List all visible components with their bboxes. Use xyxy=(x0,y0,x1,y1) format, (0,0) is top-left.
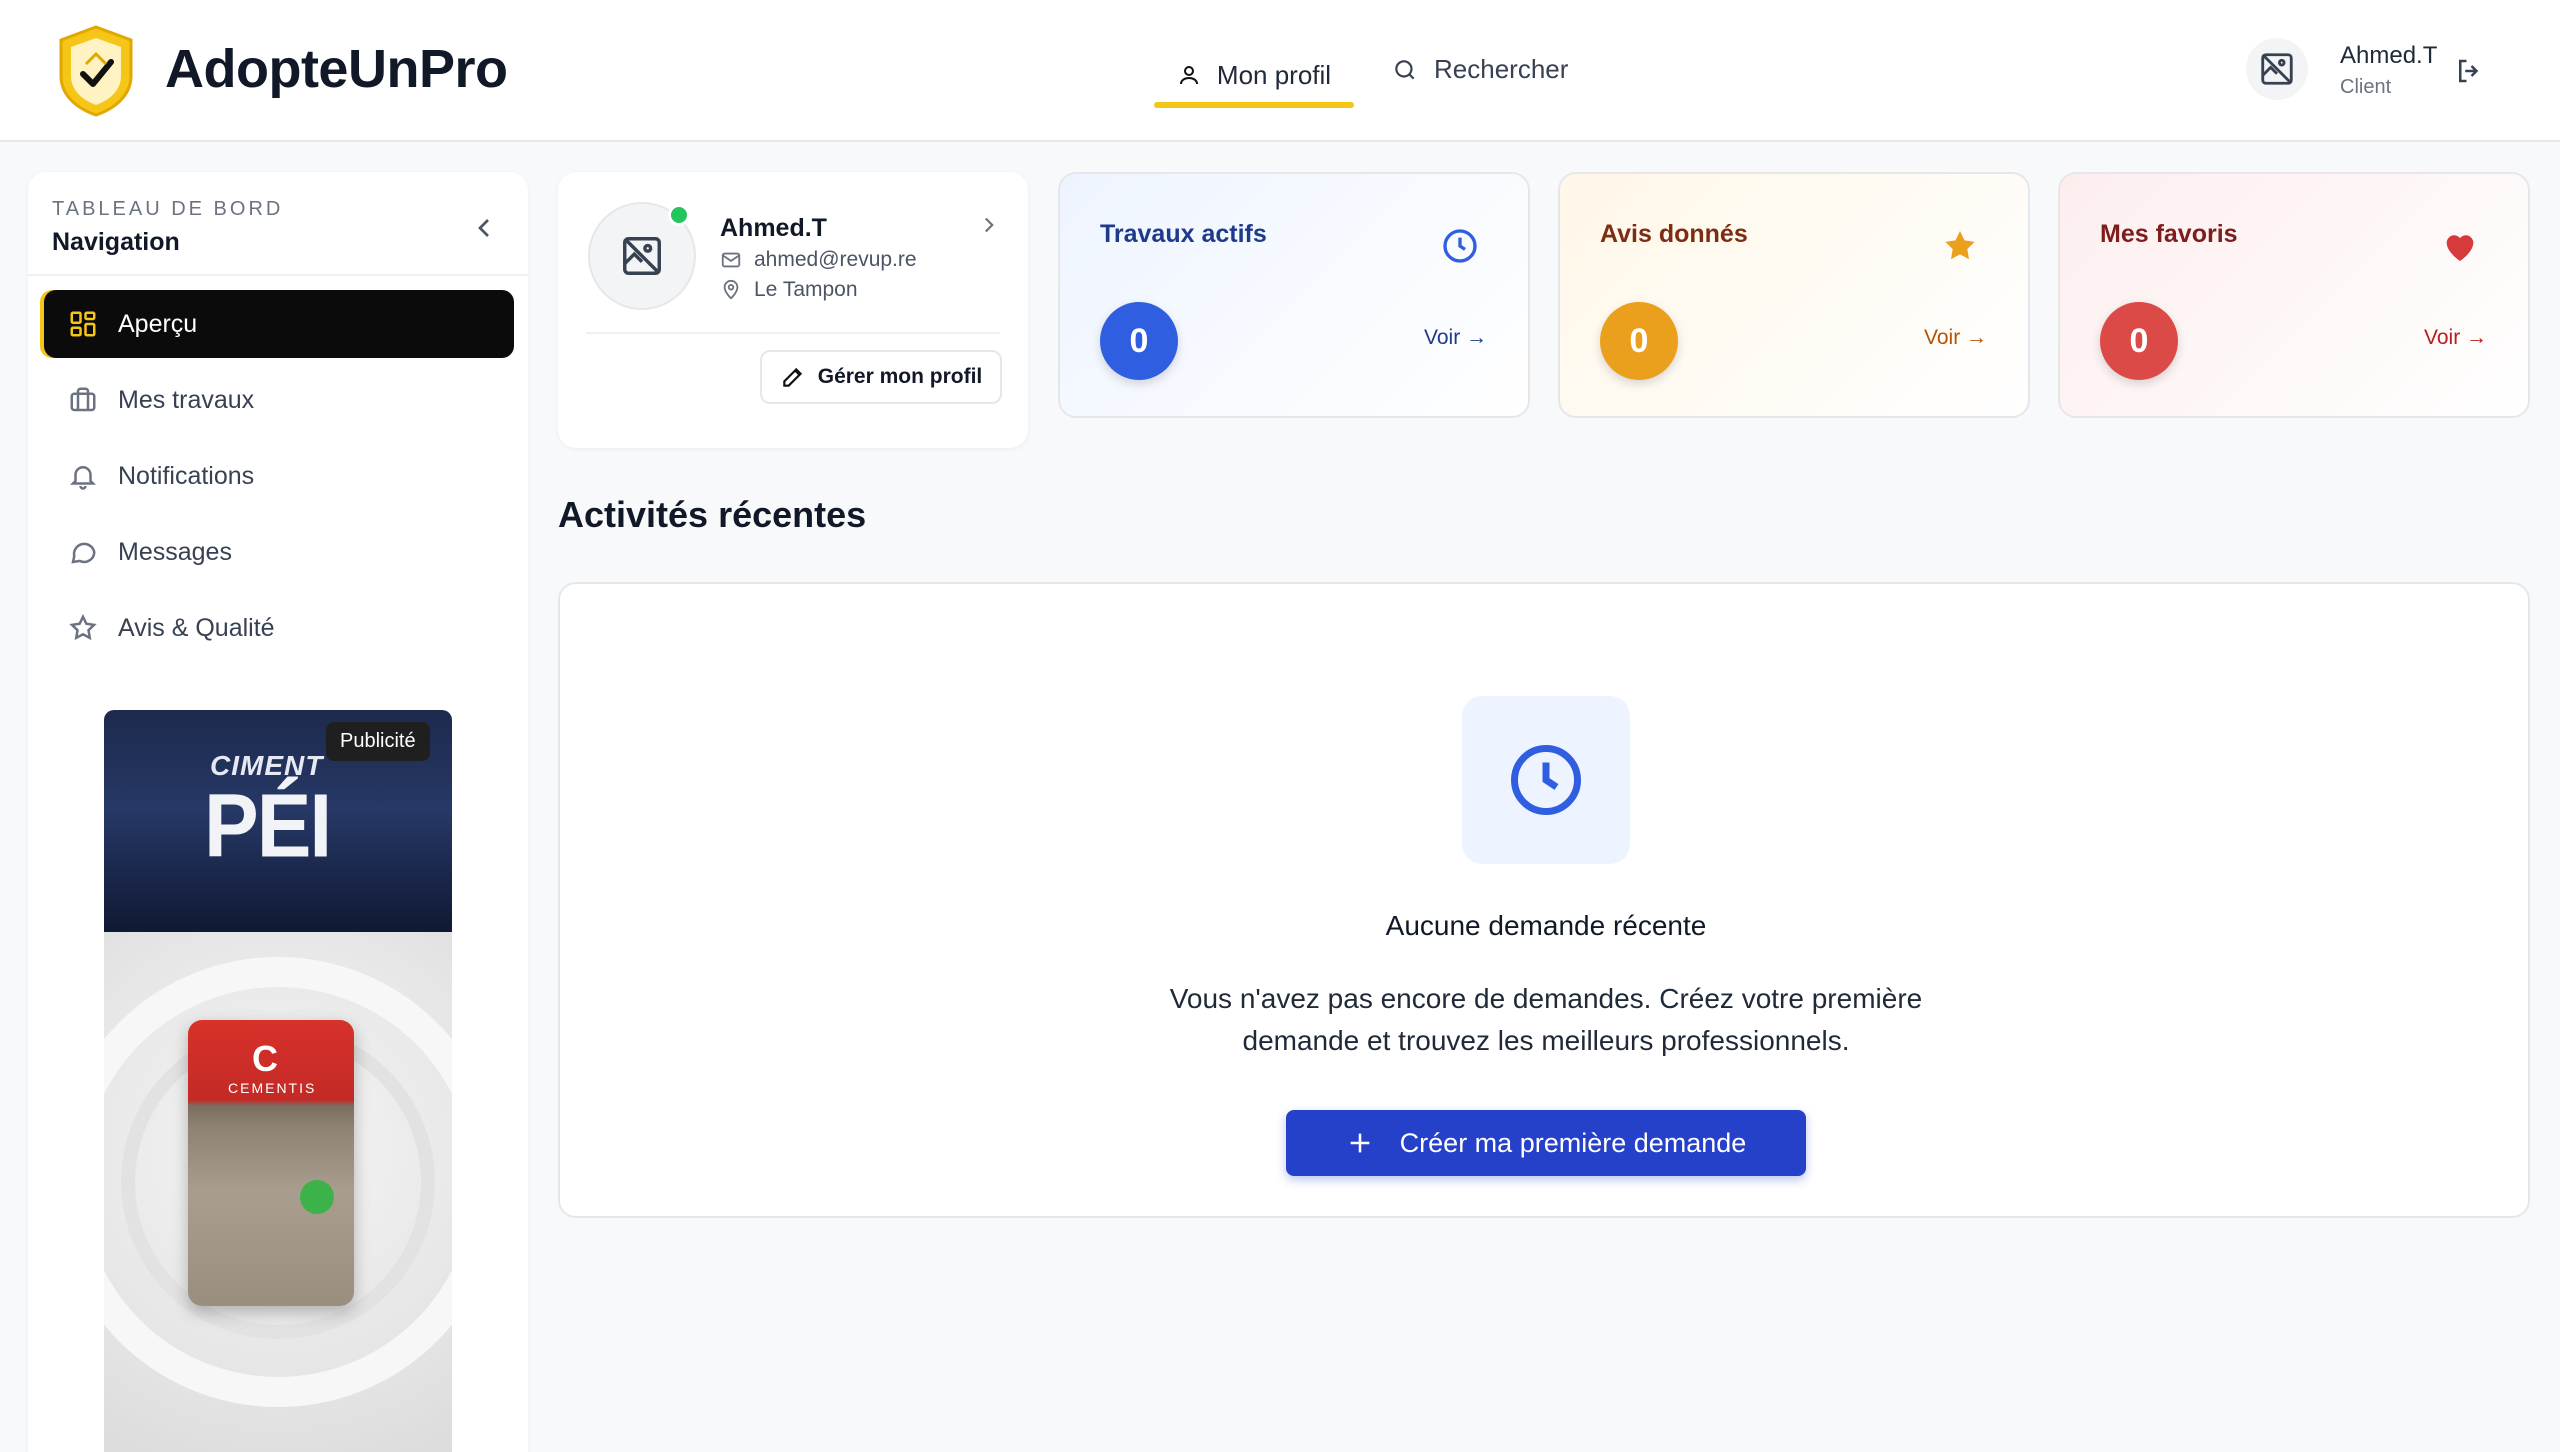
map-pin-icon xyxy=(723,279,739,300)
create-request-label: Créer ma première demande xyxy=(1399,1127,1747,1158)
header-user-name: Ahmed.T xyxy=(2340,42,2438,69)
image-off-icon xyxy=(623,237,661,275)
tab-label: Mon profil xyxy=(1216,59,1332,90)
chevron-left-icon[interactable] xyxy=(468,212,500,244)
sidebar-item-notifications[interactable]: Notifications xyxy=(44,442,514,510)
stat-card-avis-donnes[interactable]: Avis donnés 0 Voir → xyxy=(1558,172,2030,418)
ad-banner-image: CIMENT PÉI Publicité xyxy=(104,710,452,932)
online-status-dot xyxy=(668,204,690,226)
bell-icon xyxy=(69,466,97,490)
profile-location-line: Le Tampon xyxy=(720,278,858,302)
sidebar-item-mes-travaux[interactable]: Mes travaux xyxy=(44,366,514,434)
bag-c-logo: C xyxy=(252,1038,278,1079)
briefcase-icon xyxy=(70,387,96,412)
heart-icon xyxy=(2446,235,2474,261)
image-off-icon xyxy=(2261,53,2293,85)
star-icon xyxy=(1945,231,1975,260)
profile-name: Ahmed.T xyxy=(720,214,827,242)
stat-value: 0 xyxy=(2100,302,2178,380)
ad-brand-big: PÉI xyxy=(204,776,332,877)
stat-value: 0 xyxy=(1600,302,1678,380)
user-icon xyxy=(1179,66,1198,85)
advertisement[interactable]: CIMENT PÉI Publicité C CEMENTIS xyxy=(104,710,452,1452)
ad-badge: Publicité xyxy=(326,722,430,761)
stat-voir-link[interactable]: Voir → xyxy=(1424,326,1487,350)
avatar[interactable] xyxy=(2246,38,2308,100)
logo-icon[interactable] xyxy=(56,24,136,118)
brand-name[interactable]: AdopteUnPro xyxy=(165,38,508,100)
stat-card-travaux-actifs[interactable]: Travaux actifs 0 Voir → xyxy=(1058,172,1530,418)
clock-icon xyxy=(1511,745,1581,815)
sidebar-item-avis-qualite[interactable]: Avis & Qualité xyxy=(44,594,514,662)
empty-state-title: Aucune demande récente xyxy=(1385,910,1707,941)
section-title: Activités récentes xyxy=(558,494,867,535)
manage-profile-button[interactable]: Gérer mon profil xyxy=(760,350,1002,404)
cement-bag: C CEMENTIS xyxy=(188,1020,354,1306)
stat-title: Travaux actifs xyxy=(1100,220,1267,248)
profile-email: ahmed@revup.re xyxy=(754,248,917,271)
divider xyxy=(28,274,528,276)
tab-mon-profil[interactable]: Mon profil xyxy=(1154,44,1354,108)
header-user-role: Client xyxy=(2340,76,2392,98)
sidebar-kicker: TABLEAU DE BORD xyxy=(52,198,284,220)
clock-icon xyxy=(1443,229,1477,263)
stat-voir-link[interactable]: Voir → xyxy=(2424,326,2487,350)
sidebar-item-apercu[interactable]: Aperçu xyxy=(44,290,514,358)
tab-label: Rechercher xyxy=(1434,54,1569,84)
stat-value: 0 xyxy=(1100,302,1178,380)
plus-icon xyxy=(1350,1133,1370,1153)
message-icon xyxy=(71,542,96,564)
profile-card: Ahmed.T ahmed@revup.re Le Tampon Gérer m… xyxy=(558,172,1028,448)
stat-card-mes-favoris[interactable]: Mes favoris 0 Voir → xyxy=(2058,172,2530,418)
sidebar-item-label: Aperçu xyxy=(118,309,198,338)
sidebar-item-label: Avis & Qualité xyxy=(118,613,275,642)
sidebar-item-label: Mes travaux xyxy=(118,385,255,414)
profile-location: Le Tampon xyxy=(754,278,858,301)
stat-title: Avis donnés xyxy=(1600,220,1748,248)
top-header: AdopteUnPro Mon profil Rechercher Ahmed.… xyxy=(0,0,2560,142)
manage-profile-label: Gérer mon profil xyxy=(817,365,983,388)
bag-brand: CEMENTIS xyxy=(228,1080,317,1096)
chevron-right-icon[interactable] xyxy=(976,212,1002,238)
sidebar-item-messages[interactable]: Messages xyxy=(44,518,514,586)
search-icon xyxy=(1395,59,1415,79)
recent-activity-panel: Aucune demande récente Vous n'avez pas e… xyxy=(558,582,2530,1218)
divider xyxy=(586,332,1000,334)
star-icon xyxy=(69,613,97,641)
ad-product-image: C CEMENTIS xyxy=(104,932,452,1452)
empty-state-icon-box xyxy=(1462,696,1630,864)
stat-title: Mes favoris xyxy=(2100,220,2238,248)
sidebar-item-label: Messages xyxy=(118,537,232,566)
bag-green-logo xyxy=(300,1180,334,1214)
stat-voir-link[interactable]: Voir → xyxy=(1924,326,1987,350)
mail-icon xyxy=(721,252,741,268)
create-request-button[interactable]: Créer ma première demande xyxy=(1286,1110,1806,1176)
sidebar: TABLEAU DE BORD Navigation Aperçu Mes tr… xyxy=(28,172,528,1452)
logout-icon[interactable] xyxy=(2454,56,2484,86)
profile-email-line: ahmed@revup.re xyxy=(720,248,917,272)
grid-icon xyxy=(70,311,96,337)
empty-state-description: Vous n'avez pas encore de demandes. Crée… xyxy=(1169,983,1923,1056)
sidebar-item-label: Notifications xyxy=(118,461,255,490)
active-tab-indicator xyxy=(1154,102,1354,108)
pencil-icon xyxy=(782,367,802,387)
sidebar-title: Navigation xyxy=(52,228,180,256)
tab-rechercher[interactable]: Rechercher xyxy=(1392,54,1568,85)
